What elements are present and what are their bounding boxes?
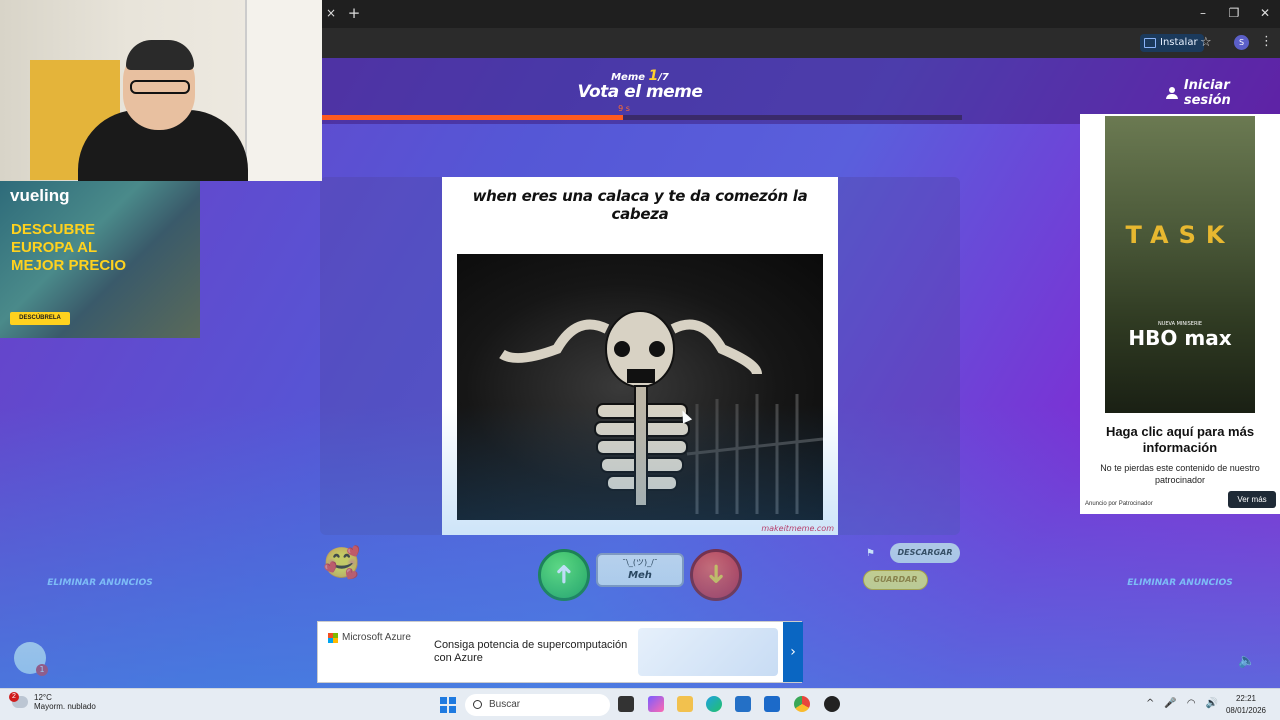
clock-date: 08/01/2026	[1225, 706, 1267, 715]
meme-image	[457, 254, 823, 520]
weather-desc: Mayorm. nublado	[34, 702, 96, 711]
shrug-face: ¯\_(ツ)_/¯	[622, 558, 658, 567]
webcam-person-glasses	[130, 80, 190, 94]
profile-avatar[interactable]: S	[1234, 35, 1249, 50]
volume-icon[interactable]: 🔊	[1206, 698, 1218, 709]
login-label: Iniciar sesión	[1183, 78, 1231, 108]
webcam-overlay	[0, 0, 322, 181]
hbo-ad-image: TASK NUEVA MINISERIE HBO max	[1105, 116, 1255, 413]
task-view-icon[interactable]	[618, 696, 634, 712]
wifi-icon[interactable]: ◠	[1187, 698, 1196, 709]
azure-ad[interactable]: Microsoft Azure Consiga potencia de supe…	[317, 621, 803, 683]
chrome-icon[interactable]	[794, 696, 810, 712]
login-link[interactable]: Iniciar sesión	[1166, 78, 1280, 108]
system-tray: ^ 🎤 ◠ 🔊	[1146, 698, 1218, 709]
webcam-person-cap	[126, 40, 194, 70]
page-title: Vota el meme	[577, 82, 703, 102]
obs-icon[interactable]	[824, 696, 840, 712]
install-button[interactable]: Instalar	[1140, 34, 1204, 52]
timer-progress-fill	[322, 115, 623, 120]
remove-ads-link-left[interactable]: ELIMINAR ANUNCIOS	[40, 578, 160, 588]
new-tab-button[interactable]: +	[347, 5, 361, 21]
window-close-button[interactable]: ✕	[1255, 4, 1275, 22]
clock-time: 22:21	[1235, 694, 1257, 703]
close-tab-button[interactable]: ×	[324, 6, 338, 20]
vueling-slogan: DESCUBRE EUROPA AL MEJOR PRECIO	[11, 221, 127, 274]
azure-brand-label: Microsoft Azure	[342, 632, 411, 643]
vueling-ad[interactable]: vueling DESCUBRE EUROPA AL MEJOR PRECIO …	[0, 181, 200, 338]
install-label: Instalar	[1160, 37, 1198, 48]
meh-button[interactable]: ¯\_(ツ)_/¯ Meh	[596, 553, 684, 587]
taskbar-search-input[interactable]: Buscar	[465, 694, 610, 716]
minimize-button[interactable]: –	[1193, 4, 1213, 22]
webcam-door	[245, 0, 322, 181]
tray-chevron-icon[interactable]: ^	[1146, 698, 1154, 709]
outlook-icon[interactable]	[735, 696, 751, 712]
azure-brand: Microsoft Azure	[328, 632, 411, 643]
cloud-icon: 2	[9, 692, 28, 708]
azure-ad-text: Consiga potencia de supercomputación con…	[434, 639, 628, 664]
hbo-ad-title: TASK	[1125, 221, 1235, 249]
report-flag-icon[interactable]: ⚑	[866, 548, 875, 559]
meme-card: when eres una calaca y te da comezón la …	[442, 177, 838, 535]
speaker-icon[interactable]: 🔈	[1238, 653, 1255, 669]
chat-badge: 1	[36, 664, 48, 676]
timer-progress-bar	[322, 115, 962, 120]
weather-widget[interactable]: 2 12°C Mayorm. nublado	[9, 692, 96, 711]
vueling-brand: vueling	[10, 186, 70, 205]
microphone-icon[interactable]: 🎤	[1164, 698, 1176, 709]
meme-caption: when eres una calaca y te da comezón la …	[472, 187, 808, 223]
hbo-ad-headline: Haga clic aquí para más información	[1105, 424, 1255, 455]
hbo-ad-body: No te pierdas este contenido de nuestro …	[1100, 463, 1260, 485]
timer-label: 9 s	[618, 104, 630, 113]
install-icon	[1144, 38, 1156, 48]
hbo-ad[interactable]: TASK NUEVA MINISERIE HBO max Haga clic a…	[1080, 114, 1280, 514]
download-button[interactable]: DESCARGAR	[890, 543, 960, 563]
weather-badge: 2	[9, 692, 19, 702]
copilot-icon[interactable]	[648, 696, 664, 712]
user-icon	[1166, 87, 1178, 99]
emoji-reaction-button[interactable]: 🥰	[322, 544, 362, 584]
bookmark-star-icon[interactable]: ☆	[1200, 35, 1212, 50]
vueling-cta-button[interactable]: DESCÚBRELA	[10, 312, 70, 325]
menu-dots-icon[interactable]: ⋮	[1260, 34, 1273, 49]
skeleton-illustration	[499, 310, 823, 514]
meh-label: Meh	[628, 570, 652, 581]
search-icon	[473, 700, 482, 709]
remove-ads-link-right[interactable]: ELIMINAR ANUNCIOS	[1120, 578, 1240, 588]
edge-icon[interactable]	[706, 696, 722, 712]
taskbar-clock[interactable]: 22:21 08/01/2026	[1220, 693, 1272, 717]
hbo-ad-brand: HBO max	[1128, 326, 1232, 350]
store-icon[interactable]	[764, 696, 780, 712]
save-button[interactable]: GUARDAR	[863, 570, 928, 590]
webcam-person	[78, 30, 248, 181]
windows-taskbar: 2 12°C Mayorm. nublado Buscar ^ 🎤 ◠ 🔊 22…	[0, 688, 1280, 720]
search-placeholder: Buscar	[489, 699, 521, 710]
chat-button[interactable]: 1	[14, 642, 48, 676]
arrow-down-icon: ➜	[700, 563, 731, 585]
hbo-ad-sponsor: Anuncio por Patrocinador	[1085, 501, 1153, 507]
azure-ad-next-button[interactable]: ›	[783, 622, 803, 682]
upvote-button[interactable]: ➜	[538, 549, 590, 601]
file-explorer-icon[interactable]	[677, 696, 693, 712]
downvote-button[interactable]: ➜	[690, 549, 742, 601]
restore-button[interactable]: ❐	[1224, 4, 1244, 22]
azure-ad-image	[638, 628, 778, 676]
microsoft-logo-icon	[328, 632, 338, 643]
hbo-ad-cta-button[interactable]: Ver más	[1228, 491, 1276, 508]
windows-start-icon[interactable]	[440, 697, 456, 713]
arrow-up-icon: ➜	[548, 563, 579, 585]
weather-temp: 12°C	[34, 693, 52, 702]
meme-watermark: makeitmeme.com	[761, 524, 834, 533]
